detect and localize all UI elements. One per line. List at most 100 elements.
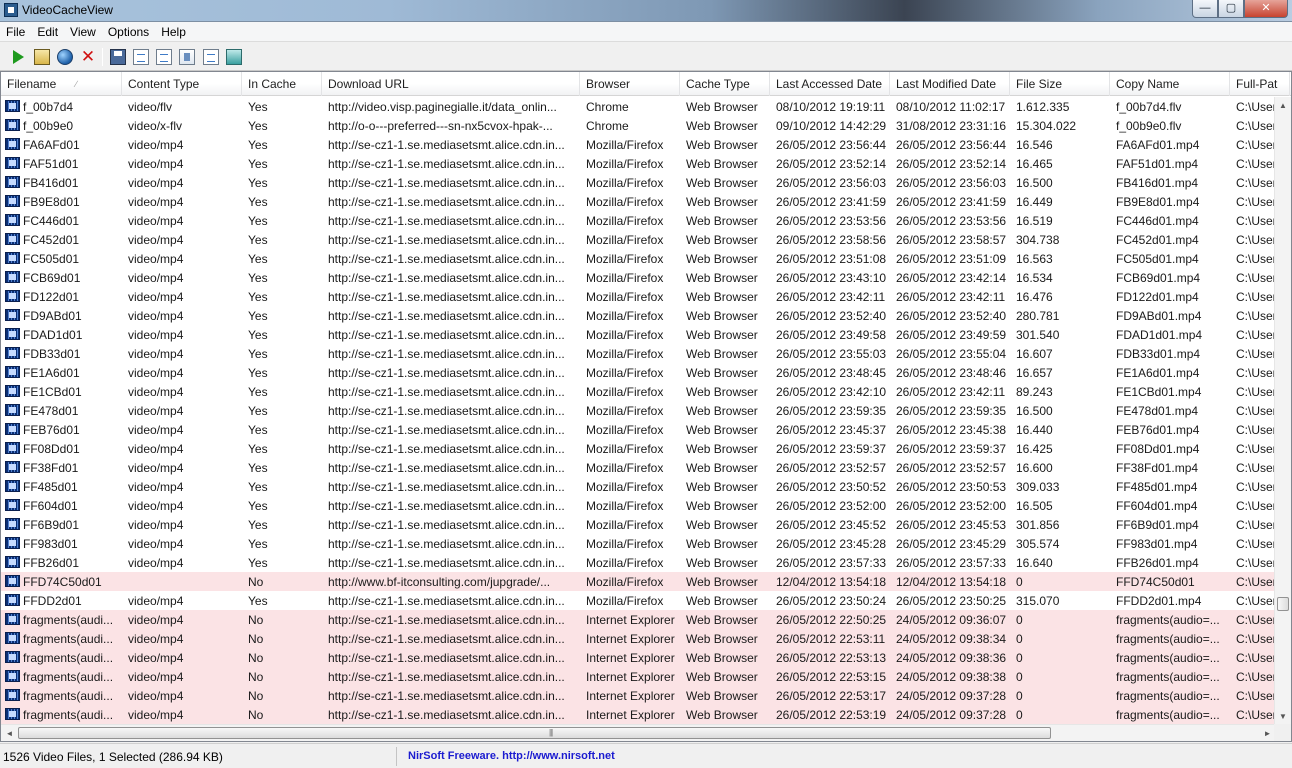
cell-browser: Mozilla/Firefox: [586, 138, 664, 152]
cell-file-size: 309.033: [1016, 480, 1060, 494]
cell-filename: fragments(audi...: [1, 629, 122, 648]
column-header-download-url[interactable]: Download URL: [322, 72, 580, 96]
table-row[interactable]: FF08Dd01 video/mp4 Yes http://se-cz1-1.se.m…: [1, 439, 1276, 458]
column-header-last-modified-date[interactable]: Last Modified Date: [890, 72, 1010, 96]
table-row[interactable]: FC452d01 video/mp4 Yes http://se-cz1-1.se.m…: [1, 230, 1276, 249]
menu-view[interactable]: View: [64, 22, 102, 41]
cell-browser: Mozilla/Firefox: [586, 176, 664, 190]
table-row[interactable]: FF6B9d01 video/mp4 Yes http://se-cz1-1.se.m…: [1, 515, 1276, 534]
table-row[interactable]: FDB33d01 video/mp4 Yes http://se-cz1-1.se.m…: [1, 344, 1276, 363]
menu-edit[interactable]: Edit: [31, 22, 64, 41]
table-row[interactable]: FE1CBd01 video/mp4 Yes http://se-cz1-1.se.m…: [1, 382, 1276, 401]
table-row[interactable]: f_00b7d4 video/flv Yes http://video.visp.pa…: [1, 97, 1276, 116]
cell-filename: FFD74C50d01: [1, 572, 122, 591]
cell-filename: FD9ABd01: [1, 306, 122, 325]
column-header-in-cache[interactable]: In Cache: [242, 72, 322, 96]
column-header-cache-type[interactable]: Cache Type: [680, 72, 770, 96]
cell-in-cache: No: [248, 613, 264, 627]
column-header-filename[interactable]: Filename ∕: [1, 72, 122, 96]
cell-in-cache: Yes: [248, 366, 268, 380]
table-row[interactable]: fragments(audi... video/mp4 No http://se-cz…: [1, 667, 1276, 686]
scan-icon[interactable]: [34, 49, 50, 65]
scroll-up-icon[interactable]: ▲: [1275, 97, 1291, 114]
cell-download-url: http://video.visp.paginegialle.it/data_o…: [328, 100, 557, 114]
cell-browser: Chrome: [586, 100, 629, 114]
column-header-file-size[interactable]: File Size: [1010, 72, 1110, 96]
start-icon[interactable]: [13, 50, 24, 64]
cell-copy-name: FB416d01.mp4: [1116, 176, 1199, 190]
cell-download-url: http://se-cz1-1.se.mediasetsmt.alice.cdn…: [328, 138, 565, 152]
table-row[interactable]: FF485d01 video/mp4 Yes http://se-cz1-1.se.m…: [1, 477, 1276, 496]
table-row[interactable]: fragments(audi... video/mp4 No http://se-cz…: [1, 610, 1276, 629]
vertical-scrollbar[interactable]: ▲ ▼: [1274, 97, 1291, 725]
table-row[interactable]: FFD74C50d01 No http://www.bf-itconsulting.…: [1, 572, 1276, 591]
table-row[interactable]: f_00b9e0 video/x-flv Yes http://o-o---prefe…: [1, 116, 1276, 135]
video-list[interactable]: Filename ∕ Content Type In Cache Download UR…: [0, 71, 1292, 742]
cell-in-cache: Yes: [248, 119, 268, 133]
cell-full-path: C:\User: [1236, 499, 1276, 513]
delete-icon[interactable]: ✕: [80, 48, 96, 65]
table-row[interactable]: FAF51d01 video/mp4 Yes http://se-cz1-1.se.m…: [1, 154, 1276, 173]
table-row[interactable]: FC446d01 video/mp4 Yes http://se-cz1-1.se.m…: [1, 211, 1276, 230]
column-header-copy-name[interactable]: Copy Name: [1110, 72, 1230, 96]
column-header-last-accessed-date[interactable]: Last Accessed Date: [770, 72, 890, 96]
menu-file[interactable]: File: [0, 22, 31, 41]
scroll-down-icon[interactable]: ▼: [1275, 708, 1291, 725]
cell-last-accessed-date: 26/05/2012 22:53:15: [776, 670, 887, 684]
report-icon[interactable]: [203, 49, 219, 65]
refresh-icon[interactable]: [133, 49, 149, 65]
table-row[interactable]: fragments(audi... video/mp4 No http://se-cz…: [1, 705, 1276, 724]
table-row[interactable]: fragments(audi... video/mp4 No http://se-cz…: [1, 648, 1276, 667]
cell-last-accessed-date: 26/05/2012 23:56:44: [776, 138, 887, 152]
column-header-content-type[interactable]: Content Type: [122, 72, 242, 96]
table-row[interactable]: FF38Fd01 video/mp4 Yes http://se-cz1-1.se.m…: [1, 458, 1276, 477]
horizontal-scrollbar[interactable]: ◄ ||| ►: [1, 724, 1276, 741]
table-row[interactable]: FF983d01 video/mp4 Yes http://se-cz1-1.se.m…: [1, 534, 1276, 553]
cell-full-path: C:\User: [1236, 689, 1276, 703]
table-row[interactable]: FCB69d01 video/mp4 Yes http://se-cz1-1.se.m…: [1, 268, 1276, 287]
maximize-button[interactable]: ▢: [1218, 0, 1244, 18]
table-row[interactable]: FE1A6d01 video/mp4 Yes http://se-cz1-1.se.m…: [1, 363, 1276, 382]
cell-file-size: 16.519: [1016, 214, 1053, 228]
filename-text: FCB69d01: [23, 271, 81, 285]
table-row[interactable]: FDAD1d01 video/mp4 Yes http://se-cz1-1.se.m…: [1, 325, 1276, 344]
close-button[interactable]: ✕: [1244, 0, 1288, 18]
exit-icon[interactable]: [226, 49, 242, 65]
web-icon[interactable]: [57, 49, 73, 65]
scroll-left-icon[interactable]: ◄: [1, 725, 18, 741]
cell-cache-type: Web Browser: [686, 214, 758, 228]
cell-in-cache: Yes: [248, 309, 268, 323]
horizontal-scroll-thumb[interactable]: |||: [18, 727, 1051, 739]
table-row[interactable]: FC505d01 video/mp4 Yes http://se-cz1-1.se.m…: [1, 249, 1276, 268]
column-header-full-path[interactable]: Full-Pat: [1230, 72, 1290, 96]
video-file-icon: [5, 537, 20, 549]
cell-browser: Mozilla/Firefox: [586, 385, 664, 399]
cell-browser: Mozilla/Firefox: [586, 271, 664, 285]
table-row[interactable]: FB9E8d01 video/mp4 Yes http://se-cz1-1.se.m…: [1, 192, 1276, 211]
table-row[interactable]: FD122d01 video/mp4 Yes http://se-cz1-1.se.m…: [1, 287, 1276, 306]
cell-full-path: C:\User: [1236, 594, 1276, 608]
table-row[interactable]: FF604d01 video/mp4 Yes http://se-cz1-1.se.m…: [1, 496, 1276, 515]
table-row[interactable]: FA6AFd01 video/mp4 Yes http://se-cz1-1.se.m…: [1, 135, 1276, 154]
table-row[interactable]: FFB26d01 video/mp4 Yes http://se-cz1-1.se.m…: [1, 553, 1276, 572]
cell-content-type: video/mp4: [128, 347, 184, 361]
table-row[interactable]: FFDD2d01 video/mp4 Yes http://se-cz1-1.se.m…: [1, 591, 1276, 610]
table-row[interactable]: FEB76d01 video/mp4 Yes http://se-cz1-1.se.m…: [1, 420, 1276, 439]
minimize-button[interactable]: —: [1192, 0, 1218, 18]
nirsoft-link[interactable]: NirSoft Freeware. http://www.nirsoft.net: [408, 750, 615, 762]
table-row[interactable]: fragments(audi... video/mp4 No http://se-cz…: [1, 686, 1276, 705]
menu-help[interactable]: Help: [155, 22, 192, 41]
menu-options[interactable]: Options: [102, 22, 155, 41]
table-row[interactable]: FD9ABd01 video/mp4 Yes http://se-cz1-1.se.m…: [1, 306, 1276, 325]
vertical-scroll-thumb[interactable]: [1277, 597, 1289, 611]
cell-content-type: video/mp4: [128, 138, 184, 152]
table-row[interactable]: FB416d01 video/mp4 Yes http://se-cz1-1.se.m…: [1, 173, 1276, 192]
column-header-browser[interactable]: Browser: [580, 72, 680, 96]
table-row[interactable]: FE478d01 video/mp4 Yes http://se-cz1-1.se.m…: [1, 401, 1276, 420]
copy-icon[interactable]: [156, 49, 172, 65]
cell-in-cache: Yes: [248, 556, 268, 570]
save-icon[interactable]: [110, 49, 126, 65]
properties-icon[interactable]: [179, 49, 195, 65]
cell-filename: FFB26d01: [1, 553, 122, 572]
table-row[interactable]: fragments(audi... video/mp4 No http://se-cz…: [1, 629, 1276, 648]
